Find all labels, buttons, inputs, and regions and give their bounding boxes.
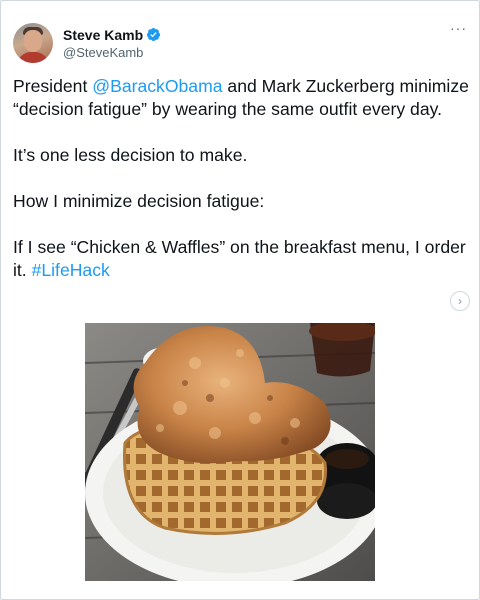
author-name[interactable]: Steve Kamb bbox=[63, 27, 143, 43]
author-info: Steve Kamb @SteveKamb bbox=[63, 27, 161, 60]
tweet-paragraph-3: How I minimize decision fatigue: bbox=[13, 191, 265, 211]
chevron-right-icon: › bbox=[458, 294, 462, 308]
tweet-photo[interactable] bbox=[85, 323, 375, 581]
tweet-text: President @BarackObama and Mark Zuckerbe… bbox=[13, 75, 473, 282]
tweet-header: Steve Kamb @SteveKamb bbox=[13, 23, 161, 63]
more-options-icon[interactable]: ··· bbox=[450, 21, 467, 35]
avatar-face bbox=[24, 30, 42, 52]
verified-badge-icon bbox=[147, 27, 161, 42]
tweet-paragraph-4: If I see “Chicken & Waffles” on the brea… bbox=[13, 236, 473, 282]
hashtag-link[interactable]: #LifeHack bbox=[32, 260, 110, 280]
chicken-and-waffles-photo bbox=[85, 323, 375, 581]
author-handle[interactable]: @SteveKamb bbox=[63, 45, 161, 60]
author-name-row: Steve Kamb bbox=[63, 27, 161, 43]
tweet-paragraph-1: President @BarackObama and Mark Zuckerbe… bbox=[13, 75, 473, 121]
avatar-shirt bbox=[17, 52, 49, 63]
tweet-text-part: President bbox=[13, 76, 93, 96]
mention-link[interactable]: @BarackObama bbox=[92, 76, 222, 96]
tweet-paragraph-2: It’s one less decision to make. bbox=[13, 145, 248, 165]
carousel-next-button[interactable]: › bbox=[450, 291, 470, 311]
tweet-card: Steve Kamb @SteveKamb ··· President @Bar… bbox=[0, 0, 480, 600]
avatar[interactable] bbox=[13, 23, 53, 63]
